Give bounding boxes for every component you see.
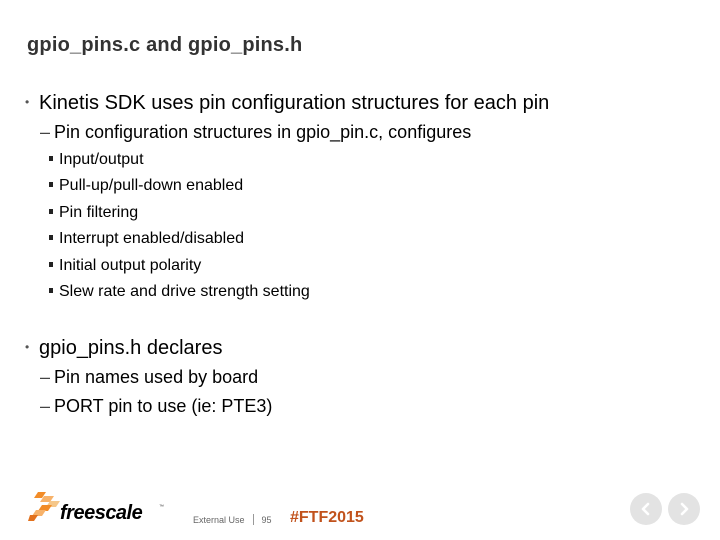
square-bullet-icon [49,209,53,214]
page-number: 95 [261,515,272,525]
footer-meta: External Use 95 [193,514,272,525]
bullet-text: Pin filtering [59,204,139,221]
bullet-level3: Interrupt enabled/disabled [49,230,244,248]
bullet-level3: Slew rate and drive strength setting [49,283,310,301]
bullet-dash: – [40,367,51,387]
bullet-text: Initial output polarity [59,257,202,274]
footer-divider [252,514,254,525]
bullet-text: Input/output [59,151,144,168]
bullet-level3: Pin filtering [49,204,138,222]
square-bullet-icon [49,288,53,293]
square-bullet-icon [49,156,53,161]
bullet-level3: Pull-up/pull-down enabled [49,177,243,195]
square-bullet-icon [49,235,53,240]
square-bullet-icon [49,262,53,267]
bullet-level2: – Pin configuration structures in gpio_pi… [40,122,471,143]
bullet-text: Pin names used by board [54,367,259,387]
bullet-level2: – Pin names used by board [40,367,258,388]
bullet-level3: Input/output [49,151,144,169]
bullet-level1: • Kinetis SDK uses pin configuration stru… [25,92,549,115]
chevron-left-icon [641,502,650,516]
classification-label: External Use [193,515,245,525]
slide-title: gpio_pins.c and gpio_pins.h [27,34,303,56]
square-bullet-icon [49,182,53,187]
freescale-logo: freescale ™ [28,490,164,528]
bullet-text: PORT pin to use (ie: PTE3) [54,396,273,416]
logo-trademark: ™ [159,504,164,510]
bullet-text: Kinetis SDK uses pin configuration struc… [39,92,550,114]
chevron-right-icon [680,502,689,516]
bullet-dot: • [25,95,30,109]
bullet-dash: – [40,122,51,142]
next-slide-button[interactable] [668,493,700,525]
bullet-level3: Initial output polarity [49,257,201,275]
previous-slide-button[interactable] [630,493,662,525]
bullet-level1: • gpio_pins.h declares [25,337,222,360]
event-hashtag: #FTF2015 [290,509,364,526]
bullet-dash: – [40,396,51,416]
logo-wordmark: freescale [60,502,143,524]
bullet-text: Interrupt enabled/disabled [59,230,245,247]
bullet-dot: • [25,340,30,354]
bullet-text: Slew rate and drive strength setting [59,283,310,300]
bullet-level2: – PORT pin to use (ie: PTE3) [40,396,272,417]
bullet-text: gpio_pins.h declares [39,337,223,359]
bullet-text: Pull-up/pull-down enabled [59,177,244,194]
bullet-text: Pin configuration structures in gpio_pin… [54,122,472,142]
